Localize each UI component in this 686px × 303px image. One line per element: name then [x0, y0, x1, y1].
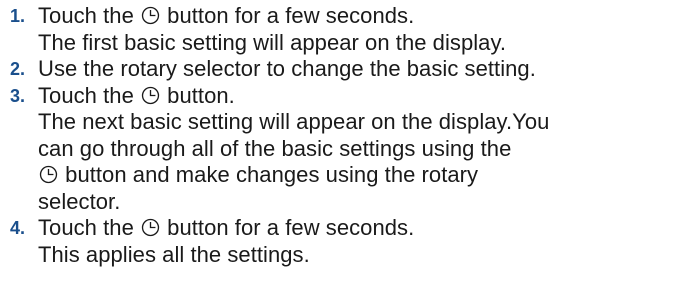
step-number: 3. [10, 85, 26, 106]
step-3: 3. Touch the button. The next basic sett… [8, 83, 686, 216]
step-text: Touch the [38, 3, 141, 28]
step-line: selector. [38, 188, 121, 214]
step-line: The first basic setting will appear on t… [38, 29, 507, 55]
step-line: Touch the button for a few seconds. [38, 3, 686, 30]
step-line: Touch the button. [38, 83, 686, 110]
step-text: button and make changes using the rotary [59, 162, 479, 187]
step-line: The next basic setting will appear on th… [38, 109, 550, 134]
instruction-steps: 1. Touch the button for a few seconds. T… [8, 3, 686, 268]
step-line: Touch the button for a few seconds. [38, 215, 686, 242]
step-2: 2. Use the rotary selector to change the… [8, 56, 686, 83]
step-number: 1. [10, 6, 26, 26]
clock-icon [141, 6, 160, 25]
step-line: can go through all of the basic settings… [38, 135, 512, 161]
step-line: button and make changes using the rotary [38, 162, 686, 189]
step-text: Touch the [38, 215, 141, 240]
step-text: button for a few seconds. [161, 3, 415, 28]
clock-icon [141, 218, 160, 237]
step-line: This applies all the settings. [38, 241, 310, 267]
step-line: Use the rotary selector to change the ba… [38, 56, 536, 81]
clock-icon [39, 165, 58, 184]
step-number: 2. [10, 59, 26, 79]
step-text: button for a few seconds. [161, 215, 415, 240]
step-number: 4. [10, 218, 26, 238]
step-4: 4. Touch the button for a few seconds. T… [8, 215, 686, 268]
step-text: button. [161, 82, 235, 108]
clock-icon [141, 86, 160, 105]
step-1: 1. Touch the button for a few seconds. T… [8, 3, 686, 56]
step-text: Touch the [38, 82, 141, 108]
instructions-page: 1. Touch the button for a few seconds. T… [0, 0, 686, 303]
